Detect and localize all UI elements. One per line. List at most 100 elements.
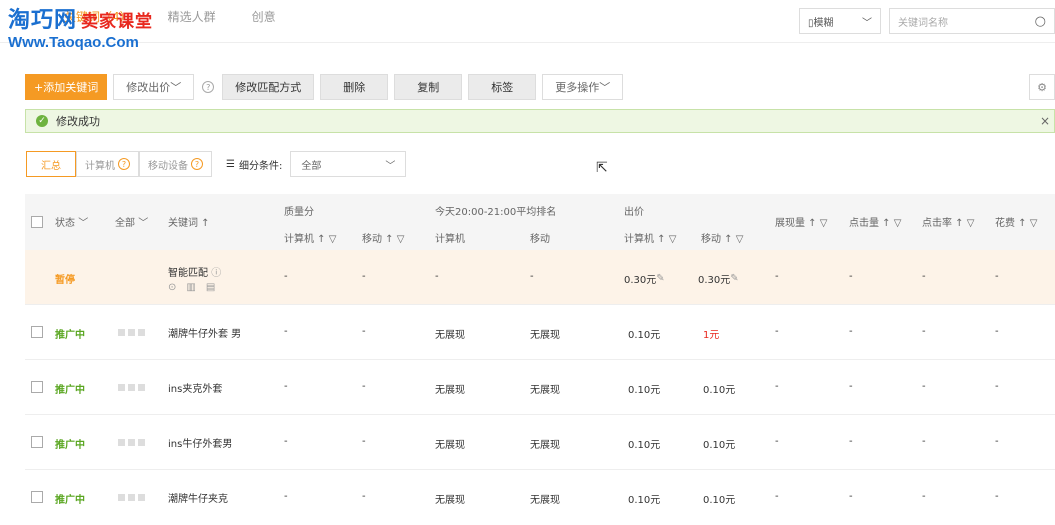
delete-button[interactable]: 删除 — [320, 74, 389, 100]
filter-mobile-label: 移动设备 — [148, 160, 188, 172]
segment-label-text: 细分条件: — [238, 160, 283, 172]
ctr-header[interactable]: 点击率 ↑ ▽ — [922, 214, 974, 229]
chevron-down-icon: ﹀ — [170, 81, 182, 94]
copy-button[interactable]: 复制 — [394, 74, 463, 100]
bid-pc-cell[interactable]: 0.10元 — [628, 326, 660, 341]
bid-mobile-value: 0.30元 — [698, 275, 731, 286]
quality-mobile-cell: - — [362, 381, 366, 392]
top-right-controls: ▯模糊 ﹀ 关键词名称 ○ — [799, 8, 1055, 34]
quality-mobile-cell: - — [362, 436, 366, 447]
bar-chart-icon[interactable]: ▥ — [186, 282, 195, 293]
status-bars — [118, 439, 145, 446]
impressions-cell: - — [775, 271, 779, 282]
pencil-icon[interactable]: ✎ — [656, 273, 664, 284]
status-header-label: 状态 — [55, 218, 75, 229]
rank-header: 今天20:00-21:00平均排名 — [435, 207, 557, 218]
bid-pc-cell[interactable]: 0.10元 — [628, 381, 660, 396]
toolbar: +添加关键词 修改出价 ﹀ ? 修改匹配方式 删除 复制 标签 更多操作 ﹀ — [25, 74, 624, 100]
bid-pc-cell[interactable]: 0.10元 — [628, 491, 660, 506]
clicks-cell: - — [849, 381, 853, 392]
row-checkbox[interactable] — [31, 381, 43, 393]
play-icon[interactable]: ⊙ — [168, 282, 176, 293]
add-keyword-button[interactable]: +添加关键词 — [25, 74, 108, 100]
bid-mobile-cell[interactable]: 0.10元 — [703, 436, 735, 451]
ctr-cell: - — [922, 491, 926, 502]
close-icon[interactable]: × — [1040, 114, 1050, 128]
clicks-header[interactable]: 点击量 ↑ ▽ — [849, 214, 901, 229]
more-actions-button[interactable]: 更多操作 ﹀ — [542, 74, 624, 100]
cost-header[interactable]: 花费 ↑ ▽ — [995, 214, 1037, 229]
keyword-cell: 潮牌牛仔夹克 — [168, 494, 228, 505]
status-column-header[interactable]: 状态 ﹀ — [55, 214, 88, 229]
bid-mobile-header[interactable]: 移动 ↑ ▽ — [701, 230, 743, 245]
filter-summary-button[interactable]: 汇总 — [26, 151, 76, 177]
more-actions-label: 更多操作 — [555, 81, 600, 94]
clicks-cell: - — [849, 326, 853, 337]
impressions-header[interactable]: 展现量 ↑ ▽ — [775, 214, 827, 229]
bid-pc-cell[interactable]: 0.30元 ✎ — [624, 271, 665, 286]
status-bars — [118, 329, 145, 336]
tab-audience[interactable]: 精选人群 — [168, 8, 216, 25]
status-cell: 暂停 — [55, 275, 75, 286]
impressions-cell: - — [775, 491, 779, 502]
status-cell: 推广中 — [55, 330, 85, 341]
bid-pc-cell[interactable]: 0.10元 — [628, 436, 660, 451]
quality-mobile-cell: - — [362, 491, 366, 502]
help-icon[interactable]: ? — [191, 158, 203, 170]
segment-select[interactable]: 全部 ﹀ — [290, 151, 407, 177]
bid-mobile-cell[interactable]: 0.10元 — [703, 491, 735, 506]
help-icon[interactable]: ? — [202, 81, 215, 93]
all-column-header[interactable]: 全部 ﹀ — [115, 214, 148, 229]
rank-mobile-header: 移动 — [530, 234, 550, 245]
keyword-search-input[interactable]: 关键词名称 ○ — [889, 8, 1055, 34]
quality-mobile-header[interactable]: 移动 ↑ ▽ — [362, 230, 404, 245]
list-icon: ☰ — [226, 158, 235, 170]
watermark: 淘巧网 卖家课堂 Www.Taoqao.Com — [8, 6, 153, 51]
table-row: 推广中 潮牌牛仔外套 男 - - 无展现 无展现 0.10元 1元 - - - … — [25, 305, 1055, 360]
quality-pc-header[interactable]: 计算机 ↑ ▽ — [284, 230, 336, 245]
table-row: 推广中 ins夹克外套 - - 无展现 无展现 0.10元 0.10元 - - … — [25, 360, 1055, 415]
bid-header: 出价 — [624, 207, 644, 218]
tag-button[interactable]: 标签 — [468, 74, 537, 100]
row-checkbox[interactable] — [31, 436, 43, 448]
chevron-down-icon: ﹀ — [385, 160, 396, 172]
filter-computer-button[interactable]: 计算机? — [76, 151, 139, 177]
status-bars — [118, 494, 145, 501]
rank-pc-cell: 无展现 — [435, 495, 465, 506]
check-circle-icon: ✓ — [36, 115, 48, 127]
row-checkbox[interactable] — [31, 491, 43, 503]
modify-bid-label: 修改出价 — [126, 81, 171, 94]
rank-pc-cell: 无展现 — [435, 385, 465, 396]
rank-mobile-cell: 无展现 — [530, 440, 560, 451]
table-row: 推广中 ins牛仔外套男 - - 无展现 无展现 0.10元 0.10元 - -… — [25, 415, 1055, 470]
quality-pc-cell: - — [284, 491, 288, 502]
clicks-cell: - — [849, 436, 853, 447]
cost-cell: - — [995, 491, 999, 502]
segment-label: ☰ 细分条件: — [226, 157, 282, 172]
bid-mobile-cell[interactable]: 1元 — [703, 326, 719, 341]
help-icon[interactable]: ? — [118, 158, 130, 170]
tabs-divider — [0, 42, 1055, 43]
settings-gear-icon[interactable]: ⚙ — [1029, 74, 1055, 100]
bid-mobile-cell[interactable]: 0.30元 ✎ — [698, 271, 739, 286]
modify-match-button[interactable]: 修改匹配方式 — [222, 74, 315, 100]
row-checkbox[interactable] — [31, 326, 43, 338]
tab-creative[interactable]: 创意 — [252, 8, 276, 25]
keyword-column-header[interactable]: 关键词 ↑ — [168, 214, 210, 229]
status-bars — [118, 384, 145, 391]
quality-pc-cell: - — [284, 271, 288, 282]
calendar-icon[interactable]: ▤ — [206, 282, 215, 293]
rank-pc-cell: - — [435, 271, 439, 282]
filter-mobile-button[interactable]: 移动设备? — [139, 151, 212, 177]
chevron-down-icon: ﹀ — [599, 81, 611, 94]
search-icon[interactable]: ○ — [1035, 14, 1046, 29]
modify-bid-button[interactable]: 修改出价 ﹀ — [113, 74, 195, 100]
keyword-cell: 智能匹配 ⓘ — [168, 264, 221, 279]
pencil-icon[interactable]: ✎ — [730, 273, 738, 284]
help-icon[interactable]: ⓘ — [211, 264, 221, 279]
bid-mobile-cell[interactable]: 0.10元 — [703, 381, 735, 396]
match-type-select[interactable]: ▯模糊 ﹀ — [799, 8, 881, 34]
bid-pc-header[interactable]: 计算机 ↑ ▽ — [624, 230, 676, 245]
select-all-checkbox[interactable] — [31, 216, 43, 228]
cost-cell: - — [995, 381, 999, 392]
